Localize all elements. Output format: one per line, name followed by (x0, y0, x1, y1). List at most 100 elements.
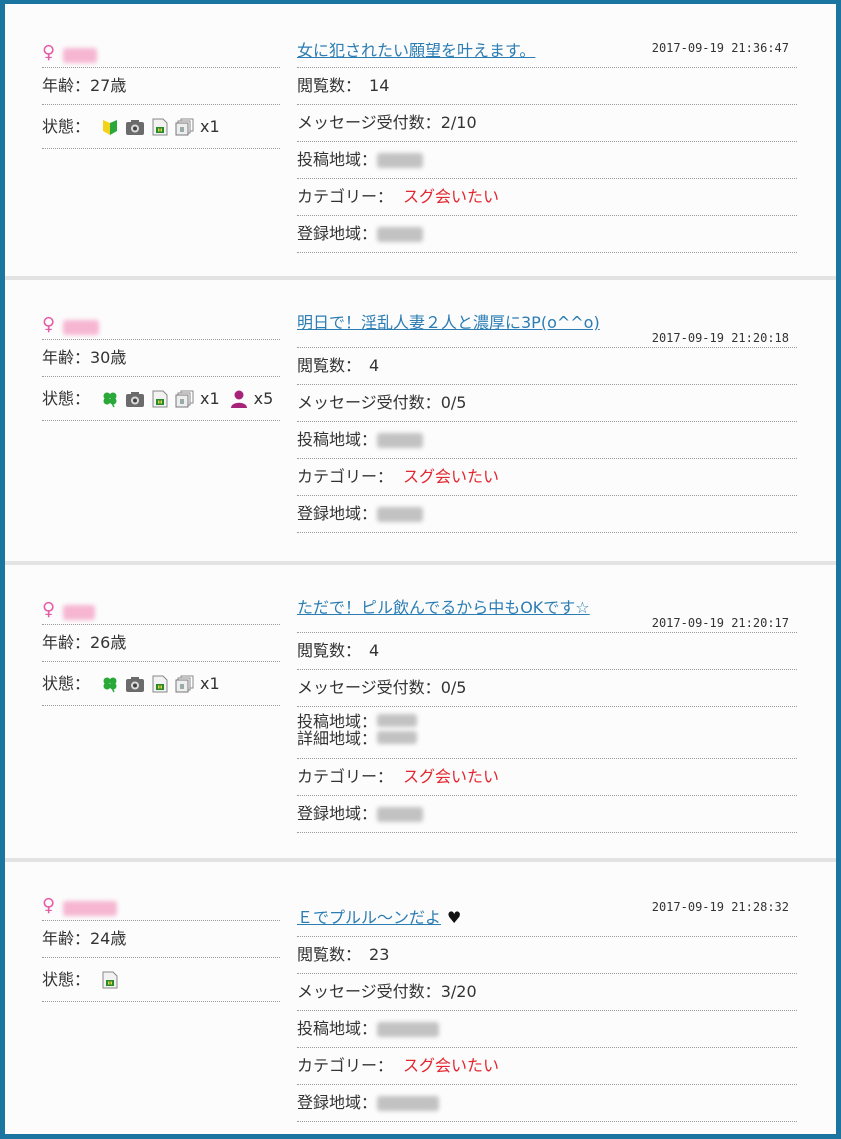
messages-label: メッセージ受付数： (297, 393, 441, 412)
status-row: 状態： x1 (42, 662, 280, 706)
age-row: 年齢：27歳 (42, 68, 280, 105)
photo-stack-icon (175, 118, 194, 135)
views-count: 4 (369, 641, 380, 660)
post-area-row: 投稿地域： (297, 1011, 797, 1048)
clover-icon (103, 677, 117, 692)
sim-card-icon (152, 675, 168, 692)
member-count: x5 (253, 388, 274, 408)
post-area-label: 投稿地域： (297, 712, 378, 731)
views-label: 閲覧数： (297, 356, 362, 375)
post-timestamp: 2017-09-19 21:20:17 (651, 616, 789, 630)
age-text: 年齢：24歳 (42, 929, 127, 948)
post-area-label: 投稿地域： (297, 150, 378, 169)
title-row: 明日で！淫乱人妻２人と濃厚に3P(o^^o) 2017-09-19 21:20:… (297, 304, 797, 348)
blurred-detail-area (377, 731, 418, 744)
post-details: ただで！ピル飲んでるから中もOKです☆ 2017-09-19 21:20:17 … (297, 589, 797, 833)
registered-area-row: 登録地域： (297, 216, 797, 253)
blurred-username[interactable] (63, 48, 98, 63)
title-row: ただで！ピル飲んでるから中もOKです☆ 2017-09-19 21:20:17 (297, 589, 797, 633)
status-row: 状態： x1 (42, 105, 280, 149)
sim-card-icon (152, 118, 168, 135)
views-count: 4 (369, 356, 380, 375)
category-row: カテゴリー： スグ会いたい (297, 179, 797, 216)
camera-icon (126, 119, 145, 135)
person-icon (230, 390, 247, 408)
post-title-link[interactable]: ただで！ピル飲んでるから中もOKです☆ (297, 598, 590, 618)
category-row: カテゴリー： スグ会いたい (297, 759, 797, 796)
camera-icon (126, 676, 145, 692)
views-row: 閲覧数： 14 (297, 68, 797, 105)
messages-label: メッセージ受付数： (297, 982, 441, 1001)
views-count: 23 (369, 945, 390, 964)
post-details: 明日で！淫乱人妻２人と濃厚に3P(o^^o) 2017-09-19 21:20:… (297, 304, 797, 533)
clover-icon (103, 392, 117, 407)
photo-count: x1 (200, 673, 220, 693)
poster-name-row: ♀ (42, 32, 280, 68)
registered-area-label: 登録地域： (297, 1093, 378, 1112)
post-card: ♀ 年齢：27歳 状態： x1 女に犯されたい願望を叶えます。 2017-09-… (5, 4, 836, 276)
blurred-post-area (377, 432, 424, 448)
sim-card-icon (102, 971, 118, 988)
registered-area-label: 登録地域： (297, 224, 378, 243)
poster-name-row: ♀ (42, 304, 280, 340)
poster-name-row: ♀ (42, 589, 280, 625)
category-row: カテゴリー： スグ会いたい (297, 1048, 797, 1085)
messages-count: 0/5 (440, 678, 467, 697)
blurred-username[interactable] (63, 605, 96, 620)
post-timestamp: 2017-09-19 21:36:47 (651, 41, 789, 55)
status-label: 状態： (42, 116, 91, 136)
female-icon: ♀ (42, 42, 56, 63)
blurred-registered-area (377, 806, 424, 822)
age-text: 年齢：27歳 (42, 76, 127, 95)
detail-area-label: 詳細地域： (297, 729, 378, 748)
poster-profile: ♀ 年齢：24歳 状態： (42, 885, 280, 1002)
messages-label: メッセージ受付数： (297, 678, 441, 697)
category-value: スグ会いたい (403, 467, 500, 486)
poster-profile: ♀ 年齢：27歳 状態： x1 (42, 32, 280, 149)
blurred-post-area (377, 714, 418, 727)
status-label: 状態： (42, 673, 91, 693)
category-label: カテゴリー： (297, 767, 394, 786)
photo-count: x1 (200, 116, 220, 136)
title-row: Ｅでプルル〜ンだよ ♥ 2017-09-19 21:28:32 (297, 885, 797, 937)
age-row: 年齢：30歳 (42, 340, 280, 377)
messages-row: メッセージ受付数： 0/5 (297, 385, 797, 422)
messages-row: メッセージ受付数： 2/10 (297, 105, 797, 142)
views-label: 閲覧数： (297, 945, 362, 964)
views-row: 閲覧数： 4 (297, 348, 797, 385)
status-row: 状態： x1 x5 (42, 377, 280, 421)
category-value: スグ会いたい (403, 767, 500, 786)
title-row: 女に犯されたい願望を叶えます。 2017-09-19 21:36:47 (297, 32, 797, 68)
female-icon: ♀ (42, 314, 56, 335)
post-timestamp: 2017-09-19 21:20:18 (651, 331, 789, 345)
post-area-row: 投稿地域： 詳細地域： (297, 707, 797, 759)
post-card: ♀ 年齢：24歳 状態： Ｅでプルル〜ンだよ ♥ 2017-09-19 21:2… (5, 862, 836, 1134)
registered-area-row: 登録地域： (297, 496, 797, 533)
post-card: ♀ 年齢：30歳 状態： x1 x5 明日で！淫乱人妻２人と濃厚に3P(o^^o… (5, 280, 836, 561)
post-title-link[interactable]: 明日で！淫乱人妻２人と濃厚に3P(o^^o) (297, 313, 600, 333)
blurred-username[interactable] (63, 901, 118, 916)
post-title-link[interactable]: 女に犯されたい願望を叶えます。 (297, 41, 535, 61)
messages-count: 2/10 (440, 113, 477, 132)
post-area-label: 投稿地域： (297, 430, 378, 449)
poster-name-row: ♀ (42, 885, 280, 921)
views-label: 閲覧数： (297, 641, 362, 660)
messages-row: メッセージ受付数： 3/20 (297, 974, 797, 1011)
post-title-link[interactable]: Ｅでプルル〜ンだよ (297, 908, 441, 928)
blurred-post-area (377, 152, 424, 168)
age-text: 年齢：26歳 (42, 633, 127, 652)
status-row: 状態： (42, 958, 280, 1002)
views-row: 閲覧数： 4 (297, 633, 797, 670)
blurred-username[interactable] (63, 320, 100, 335)
blurred-registered-area (377, 226, 424, 242)
post-area-label: 投稿地域： (297, 1019, 378, 1038)
sim-card-icon (152, 390, 168, 407)
photo-stack-icon (175, 675, 194, 692)
messages-count: 3/20 (440, 982, 477, 1001)
category-label: カテゴリー： (297, 467, 394, 486)
views-label: 閲覧数： (297, 76, 362, 95)
registered-area-row: 登録地域： (297, 1085, 797, 1122)
registered-area-label: 登録地域： (297, 504, 378, 523)
blurred-registered-area (377, 506, 424, 522)
views-row: 閲覧数： 23 (297, 937, 797, 974)
